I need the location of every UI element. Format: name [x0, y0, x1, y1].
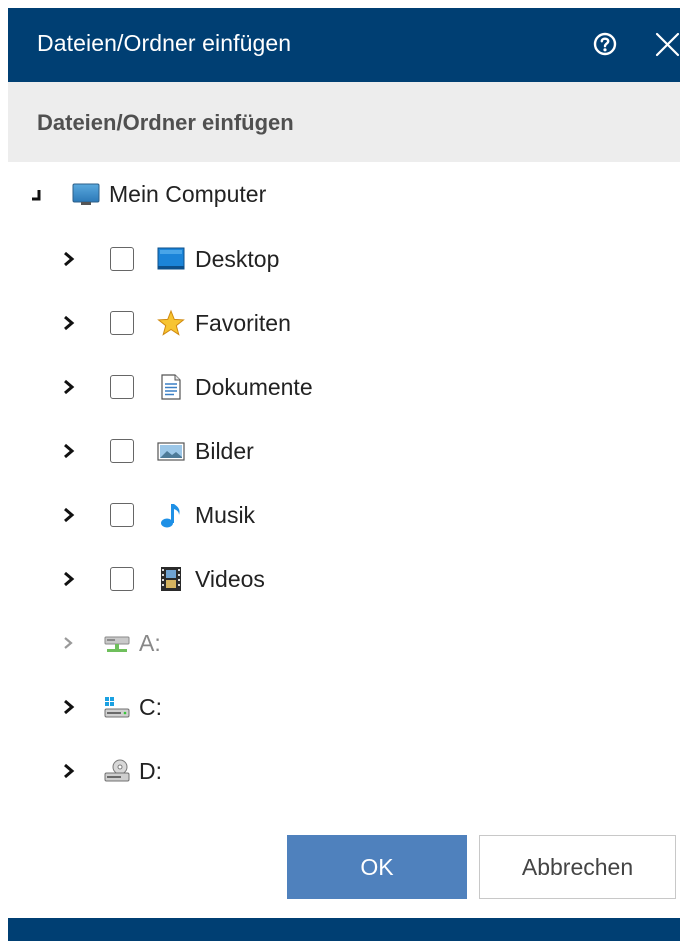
chevron-right-icon[interactable]: [62, 763, 76, 779]
tree-item-label: C:: [139, 694, 162, 720]
tree-root-mein-computer[interactable]: Mein Computer: [0, 169, 680, 219]
dialog-title: Dateien/Ordner einfügen: [37, 30, 292, 56]
chevron-right-icon[interactable]: [62, 315, 76, 331]
help-circle-icon[interactable]: [592, 31, 618, 57]
tree-item-drive-a: A:: [0, 618, 680, 668]
tree-item-dokumente[interactable]: Dokumente: [0, 362, 680, 412]
dialog-subheader: Dateien/Ordner einfügen: [8, 82, 680, 162]
tree-item-musik[interactable]: Musik: [0, 490, 680, 540]
tree-item-bilder[interactable]: Bilder: [0, 426, 680, 476]
tree-item-label: Desktop: [195, 246, 280, 272]
tree-item-label: Bilder: [195, 438, 254, 464]
desktop-icon: [157, 247, 185, 270]
tree-item-label: Favoriten: [195, 310, 291, 336]
tree-item-label: Musik: [195, 502, 256, 528]
tree-item-label: D:: [139, 758, 162, 784]
network-drive-icon: [104, 636, 130, 652]
checkbox-dokumente[interactable]: [110, 375, 134, 399]
tree-item-videos[interactable]: Videos: [0, 554, 680, 604]
document-icon: [161, 374, 181, 400]
checkbox-videos[interactable]: [110, 567, 134, 591]
chevron-right-icon[interactable]: [62, 699, 76, 715]
chevron-right-icon[interactable]: [62, 571, 76, 587]
system-drive-icon: [104, 697, 130, 718]
cd-drive-icon: [104, 759, 130, 782]
dialog-title-bar: Dateien/Ordner einfügen: [8, 8, 680, 82]
monitor-icon: [72, 183, 100, 205]
tree-item-label: A:: [139, 630, 161, 656]
collapse-toggle-icon[interactable]: [29, 187, 43, 203]
tree-item-drive-c[interactable]: C:: [0, 682, 680, 732]
image-icon: [157, 442, 185, 461]
chevron-right-icon[interactable]: [62, 507, 76, 523]
checkbox-bilder[interactable]: [110, 439, 134, 463]
close-icon[interactable]: [655, 32, 680, 57]
tree-item-label: Videos: [195, 566, 265, 592]
checkbox-desktop[interactable]: [110, 247, 134, 271]
dialog-subtitle: Dateien/Ordner einfügen: [37, 110, 294, 135]
tree-item-label: Dokumente: [195, 374, 313, 400]
dialog-footer-bar: [8, 918, 680, 941]
music-note-icon: [161, 504, 180, 528]
chevron-right-icon[interactable]: [62, 379, 76, 395]
checkbox-musik[interactable]: [110, 503, 134, 527]
star-icon: [157, 309, 185, 336]
tree-item-desktop[interactable]: Desktop: [0, 234, 680, 284]
tree-item-drive-d[interactable]: D:: [0, 746, 680, 796]
ok-button[interactable]: OK: [287, 835, 467, 899]
cancel-button[interactable]: Abbrechen: [479, 835, 676, 899]
chevron-right-icon: [64, 637, 73, 649]
checkbox-favoriten[interactable]: [110, 311, 134, 335]
chevron-right-icon[interactable]: [62, 251, 76, 267]
tree-item-label: Mein Computer: [109, 181, 267, 207]
film-icon: [161, 567, 181, 591]
chevron-right-icon[interactable]: [62, 443, 76, 459]
tree-item-favoriten[interactable]: Favoriten: [0, 298, 680, 348]
